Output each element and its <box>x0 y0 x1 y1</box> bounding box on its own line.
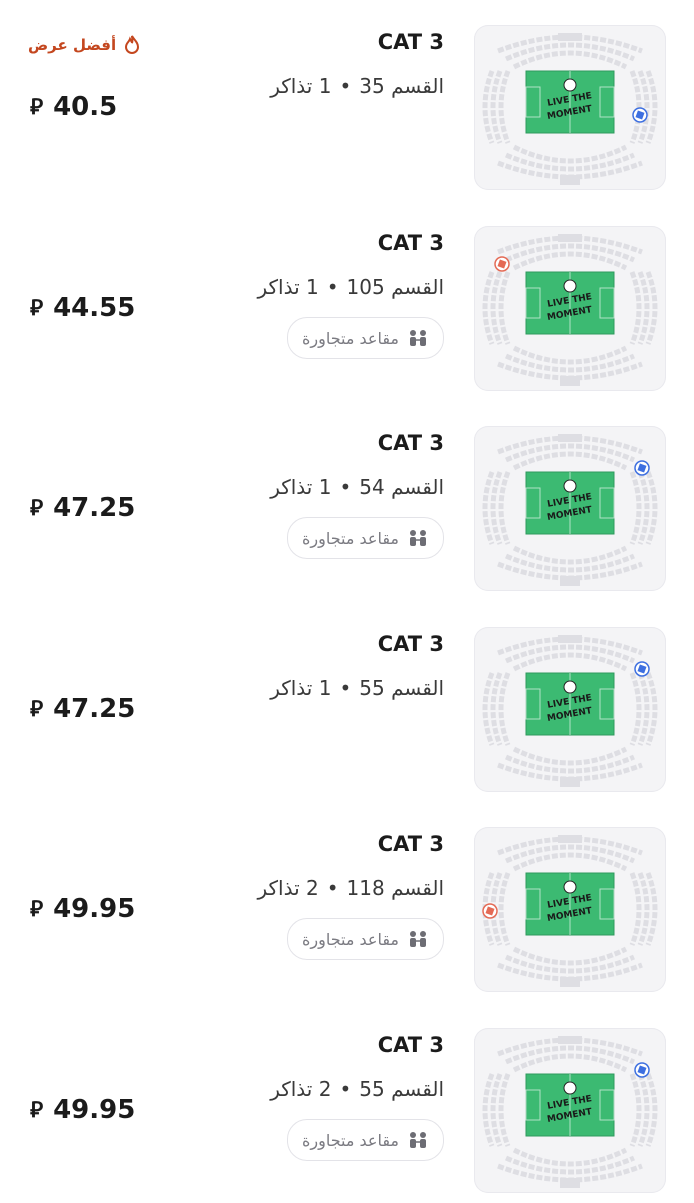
ticket-category: CAT 3 <box>377 30 444 54</box>
adjacent-seats-chip: مقاعد متجاورة <box>286 317 444 359</box>
price-value: 49.95 <box>53 1095 136 1125</box>
riyal-currency-icon: ⃁ <box>30 1098 44 1123</box>
best-offer-label: أفضل عرض <box>28 36 117 54</box>
section-label: القسم 54 <box>359 475 444 499</box>
adjacent-seats-chip: مقاعد متجاورة <box>286 1119 444 1161</box>
stadium-map-thumbnail[interactable]: LIVE THE MOMENT <box>474 226 666 391</box>
price-value: 47.25 <box>53 493 136 523</box>
section-label: القسم 55 <box>359 676 444 700</box>
section-label: القسم 105 <box>346 275 444 299</box>
flame-icon <box>125 35 140 54</box>
best-offer-badge: أفضل عرض <box>28 35 140 55</box>
section-label: القسم 35 <box>359 74 444 98</box>
stadium-map: LIVE THE MOMENT <box>482 835 658 987</box>
ticket-count: 1 تذاكر <box>270 74 332 98</box>
adjacent-seats-label: مقاعد متجاورة <box>301 528 399 548</box>
listing-row[interactable]: LIVE THE MOMENT CAT 3 القسم 105•1 تذاكر … <box>0 201 694 401</box>
ticket-count: 2 تذاكر <box>270 1077 332 1101</box>
price-value: 49.95 <box>53 894 136 924</box>
riyal-currency-icon: ⃁ <box>30 697 44 722</box>
stadium-map-thumbnail[interactable]: LIVE THE MOMENT <box>474 25 666 190</box>
people-icon <box>410 1132 426 1148</box>
separator-dot: • <box>339 676 352 700</box>
section-and-quantity: القسم 105 • 1 تذاكر <box>257 275 444 299</box>
stadium-map-thumbnail[interactable]: LIVE THE MOMENT <box>474 627 666 792</box>
ticket-category: CAT 3 <box>377 231 444 255</box>
separator-dot: • <box>339 475 352 499</box>
adjacent-seats-chip: مقاعد متجاورة <box>286 517 444 559</box>
people-icon <box>410 931 426 947</box>
separator-dot: • <box>339 74 352 98</box>
stadium-map: LIVE THE MOMENT <box>482 1036 658 1188</box>
listing-row[interactable]: LIVE THE MOMENT CAT 3 القسم 35 • 1 تذاكر ⃁… <box>0 0 694 200</box>
riyal-currency-icon: ⃁ <box>30 95 44 120</box>
listing-row[interactable]: LIVE THE MOMENT CAT 3 القسم 54 • 1 تذاكر ⃁… <box>0 401 694 601</box>
adjacent-seats-chip: مقاعد متجاورة <box>286 918 444 960</box>
price-value: 40.5 <box>53 92 118 122</box>
riyal-currency-icon: ⃁ <box>30 296 44 321</box>
section-and-quantity: القسم 55 • 2 تذاكر <box>270 1077 444 1101</box>
stadium-map-thumbnail[interactable]: LIVE THE MOMENT <box>474 1028 666 1193</box>
price: ⃁ 40.5 <box>30 92 117 122</box>
section-and-quantity: القسم 54 • 1 تذاكر <box>270 475 444 499</box>
separator-dot: • <box>326 275 339 299</box>
ticket-category: CAT 3 <box>377 1033 444 1057</box>
stadium-map-thumbnail[interactable]: LIVE THE MOMENT <box>474 426 666 591</box>
adjacent-seats-label: مقاعد متجاورة <box>301 328 399 348</box>
stadium-map: LIVE THE MOMENT <box>482 635 658 787</box>
price-value: 44.55 <box>53 293 136 323</box>
riyal-currency-icon: ⃁ <box>30 496 44 521</box>
section-label: القسم 118 <box>346 876 444 900</box>
ticket-category: CAT 3 <box>377 632 444 656</box>
price: ⃁ 47.25 <box>30 493 135 523</box>
price: ⃁ 49.95 <box>30 1095 135 1125</box>
section-and-quantity: القسم 35 • 1 تذاكر <box>270 74 444 98</box>
ticket-count: 2 تذاكر <box>257 876 319 900</box>
listing-row[interactable]: LIVE THE MOMENT CAT 3 القسم 55 • 2 تذاكر ⃁… <box>0 1003 694 1203</box>
people-icon <box>410 530 426 546</box>
separator-dot: • <box>339 1077 352 1101</box>
people-icon <box>410 330 426 346</box>
ticket-count: 1 تذاكر <box>257 275 319 299</box>
riyal-currency-icon: ⃁ <box>30 897 44 922</box>
section-and-quantity: القسم 118 • 2 تذاكر <box>257 876 444 900</box>
stadium-map-thumbnail[interactable]: LIVE THE MOMENT <box>474 827 666 992</box>
price: ⃁ 44.55 <box>30 293 135 323</box>
price: ⃁ 49.95 <box>30 894 135 924</box>
adjacent-seats-label: مقاعد متجاورة <box>301 929 399 949</box>
ticket-count: 1 تذاكر <box>270 676 332 700</box>
stadium-map: LIVE THE MOMENT <box>482 33 658 185</box>
listing-row[interactable]: LIVE THE MOMENT CAT 3 القسم 55 • 1 تذاكر ⃁… <box>0 602 694 802</box>
price-value: 47.25 <box>53 694 136 724</box>
ticket-category: CAT 3 <box>377 832 444 856</box>
listing-row[interactable]: LIVE THE MOMENT CAT 3 القسم 118•2 تذاكر … <box>0 802 694 1002</box>
ticket-category: CAT 3 <box>377 431 444 455</box>
price: ⃁ 47.25 <box>30 694 135 724</box>
stadium-map: LIVE THE MOMENT <box>482 234 658 386</box>
adjacent-seats-label: مقاعد متجاورة <box>301 1130 399 1150</box>
section-label: القسم 55 <box>359 1077 444 1101</box>
ticket-count: 1 تذاكر <box>270 475 332 499</box>
separator-dot: • <box>326 876 339 900</box>
section-and-quantity: القسم 55 • 1 تذاكر <box>270 676 444 700</box>
stadium-map: LIVE THE MOMENT <box>482 434 658 586</box>
